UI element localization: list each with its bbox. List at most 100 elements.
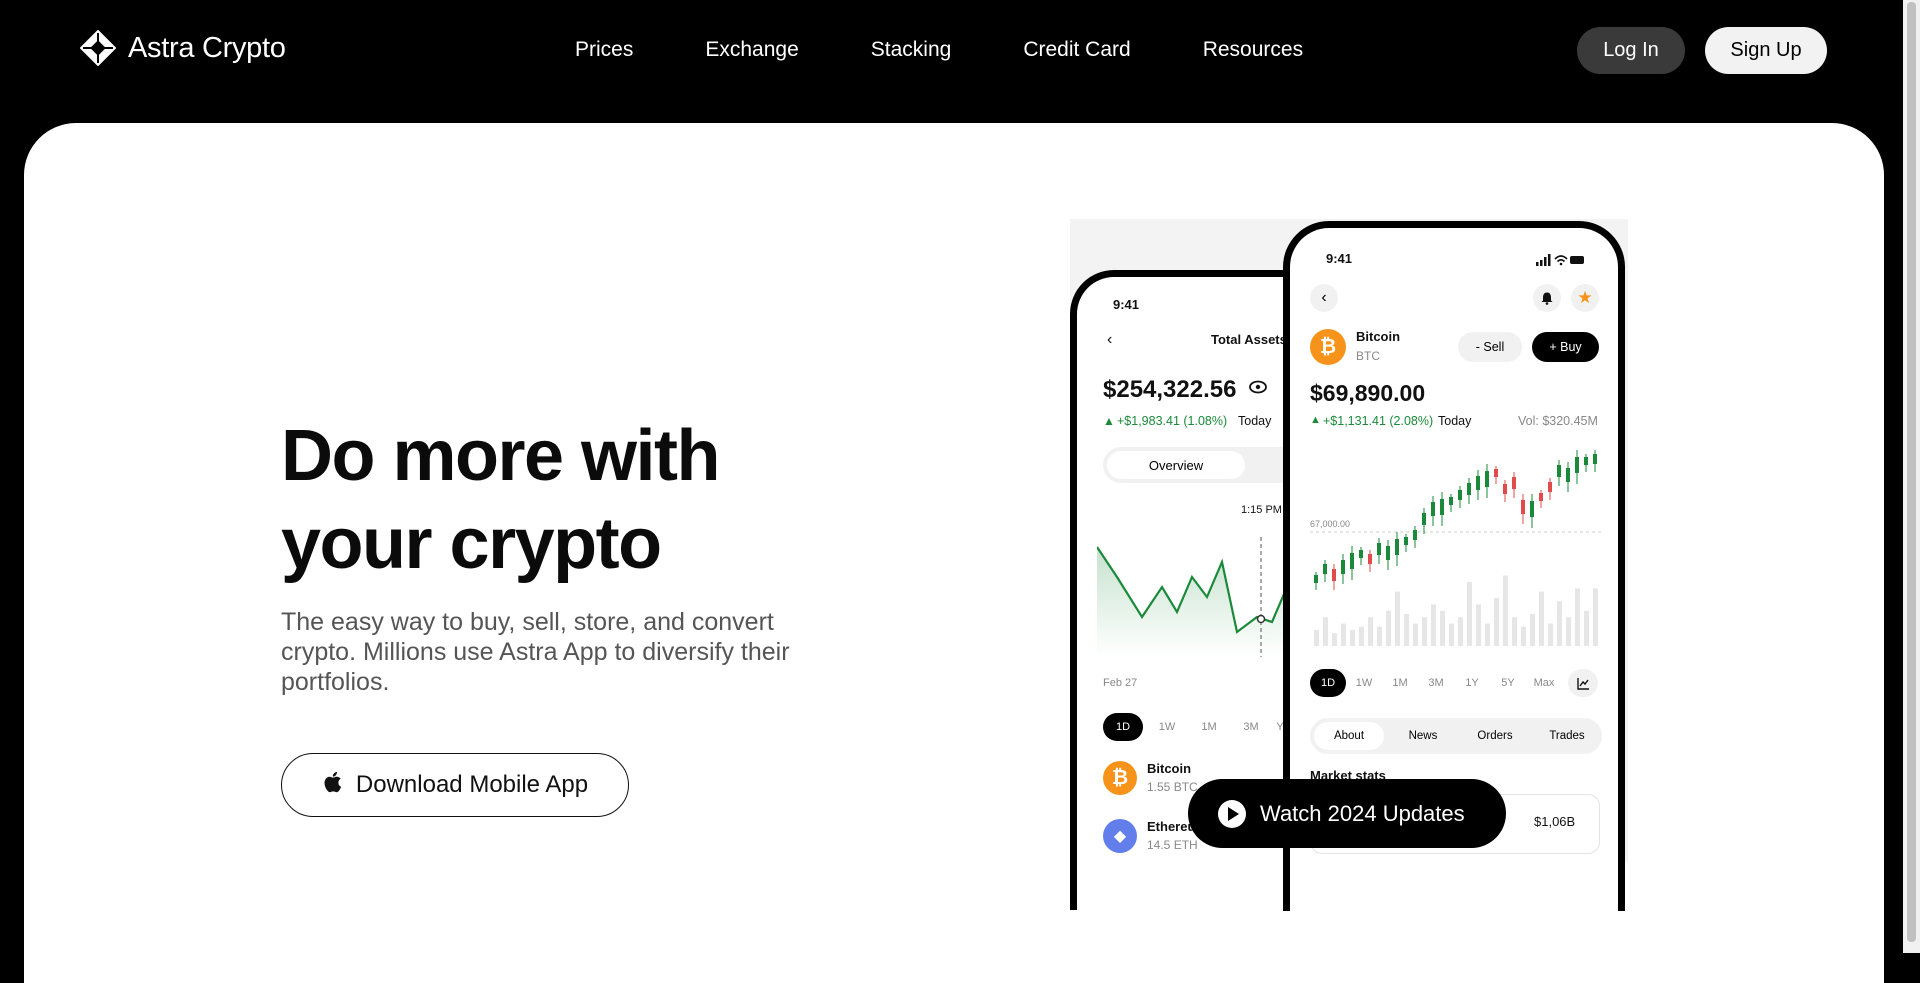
candle-body <box>1557 465 1561 477</box>
range-max[interactable]: Max <box>1526 669 1562 697</box>
volume-bar <box>1467 582 1472 646</box>
assets-screen-title: Total Assets <box>1211 332 1287 347</box>
line-chart-toggle-icon[interactable] <box>1568 669 1598 697</box>
play-icon <box>1218 799 1246 828</box>
candle-body <box>1584 457 1588 465</box>
nav-link-resources[interactable]: Resources <box>1203 38 1303 62</box>
volume-bar <box>1566 617 1571 646</box>
volume-bar <box>1323 617 1328 646</box>
tab-overview[interactable]: Overview <box>1107 451 1245 479</box>
back-chevron-icon[interactable]: ‹ <box>1310 284 1338 312</box>
candle-body <box>1395 539 1399 555</box>
logo[interactable]: Astra Crypto <box>79 29 286 67</box>
volume-bar <box>1440 610 1445 646</box>
candle-body <box>1368 554 1372 564</box>
candle-body <box>1548 482 1552 492</box>
volume-bar <box>1350 630 1355 646</box>
candle-body <box>1449 497 1453 505</box>
sell-button[interactable]: - Sell <box>1458 332 1522 362</box>
volume-bar <box>1575 588 1580 646</box>
tab-orders[interactable]: Orders <box>1460 722 1530 750</box>
holding-amount-ethereum: 14.5 ETH <box>1147 838 1198 852</box>
hero-title: Do more with your crypto <box>281 412 881 588</box>
candle-body <box>1431 502 1435 516</box>
market-stat-value: $1,06B <box>1534 814 1576 829</box>
volume-bar <box>1494 598 1499 646</box>
signup-button[interactable]: Sign Up <box>1705 27 1827 74</box>
nav-link-stacking[interactable]: Stacking <box>871 38 952 62</box>
candle-body <box>1503 484 1507 494</box>
candle-body <box>1476 476 1480 490</box>
volume-bar <box>1521 626 1526 646</box>
volume-bar <box>1503 575 1508 646</box>
volume-bar <box>1548 623 1553 646</box>
bell-icon[interactable] <box>1533 284 1561 312</box>
coin-change: +$1,131.41 (2.08%) <box>1323 414 1434 428</box>
range-1d[interactable]: 1D <box>1310 669 1346 697</box>
coin-price: $69,890.00 <box>1310 380 1426 406</box>
candle-body <box>1521 500 1525 514</box>
volume-bar <box>1449 623 1454 646</box>
volume-bar <box>1539 591 1544 646</box>
nav-link-credit-card[interactable]: Credit Card <box>1023 38 1130 62</box>
candle-body <box>1458 490 1462 500</box>
range-1w[interactable]: 1W <box>1147 713 1187 741</box>
range-5y[interactable]: 5Y <box>1490 669 1526 697</box>
volume-bar <box>1431 604 1436 646</box>
bitcoin-icon: ₿ <box>1103 761 1137 795</box>
range-1m[interactable]: 1M <box>1382 669 1418 697</box>
volume-bar <box>1368 617 1373 646</box>
volume-bar <box>1332 633 1337 646</box>
range-1y[interactable]: 1Y <box>1454 669 1490 697</box>
candle-body <box>1440 499 1444 515</box>
status-icons <box>1536 253 1586 271</box>
watch-updates-button[interactable]: Watch 2024 Updates <box>1188 779 1506 848</box>
candle-body <box>1332 569 1336 581</box>
bitcoin-icon: ₿ <box>1310 329 1346 365</box>
hero-title-line-2: your crypto <box>281 504 662 584</box>
tab-about[interactable]: About <box>1314 722 1384 750</box>
astra-logo-icon <box>79 29 117 67</box>
star-icon[interactable]: ★ <box>1571 284 1599 312</box>
volume-bar <box>1413 623 1418 646</box>
login-button[interactable]: Log In <box>1577 27 1685 74</box>
volume-bar <box>1377 626 1382 646</box>
volume-bar <box>1476 604 1481 646</box>
watch-updates-label: Watch 2024 Updates <box>1260 800 1465 826</box>
nav-link-prices[interactable]: Prices <box>575 38 633 62</box>
chart-tooltip-time: 1:15 PM <box>1241 504 1282 516</box>
scrollbar-thumb[interactable] <box>1907 2 1916 942</box>
candle-body <box>1413 530 1417 540</box>
volume-bar <box>1485 623 1490 646</box>
top-navigation-bar: Astra Crypto Prices Exchange Stacking Cr… <box>0 0 1920 123</box>
candle-body <box>1359 550 1363 558</box>
buy-button[interactable]: + Buy <box>1532 332 1599 362</box>
candle-body <box>1323 564 1327 574</box>
status-time: 9:41 <box>1326 251 1353 266</box>
nav-link-exchange[interactable]: Exchange <box>705 38 798 62</box>
tab-news[interactable]: News <box>1388 722 1458 750</box>
volume-bar <box>1512 617 1517 646</box>
range-1w[interactable]: 1W <box>1346 669 1382 697</box>
assets-change: +$1,983.41 (1.08%) <box>1117 414 1228 428</box>
range-3m[interactable]: 3M <box>1418 669 1454 697</box>
candle-body <box>1485 471 1489 487</box>
range-1m[interactable]: 1M <box>1189 713 1229 741</box>
volume-bar <box>1386 610 1391 646</box>
volume-bar <box>1557 601 1562 646</box>
eye-icon[interactable] <box>1249 380 1267 399</box>
download-app-button[interactable]: Download Mobile App <box>281 753 629 817</box>
tab-trades[interactable]: Trades <box>1532 722 1602 750</box>
hero-title-line-1: Do more with <box>281 416 721 496</box>
page-scrollbar[interactable] <box>1903 0 1920 953</box>
total-assets-value: $254,322.56 <box>1103 376 1237 403</box>
volume-bar <box>1593 588 1598 646</box>
volume-bar <box>1530 614 1535 646</box>
main-nav: Prices Exchange Stacking Credit Card Res… <box>575 38 1375 62</box>
candle-body <box>1566 468 1570 482</box>
volume-bar <box>1458 617 1463 646</box>
candle-body <box>1530 501 1534 517</box>
range-1d[interactable]: 1D <box>1103 713 1143 741</box>
back-chevron-icon[interactable]: ‹ <box>1107 331 1112 349</box>
candlestick-chart <box>1310 450 1602 646</box>
